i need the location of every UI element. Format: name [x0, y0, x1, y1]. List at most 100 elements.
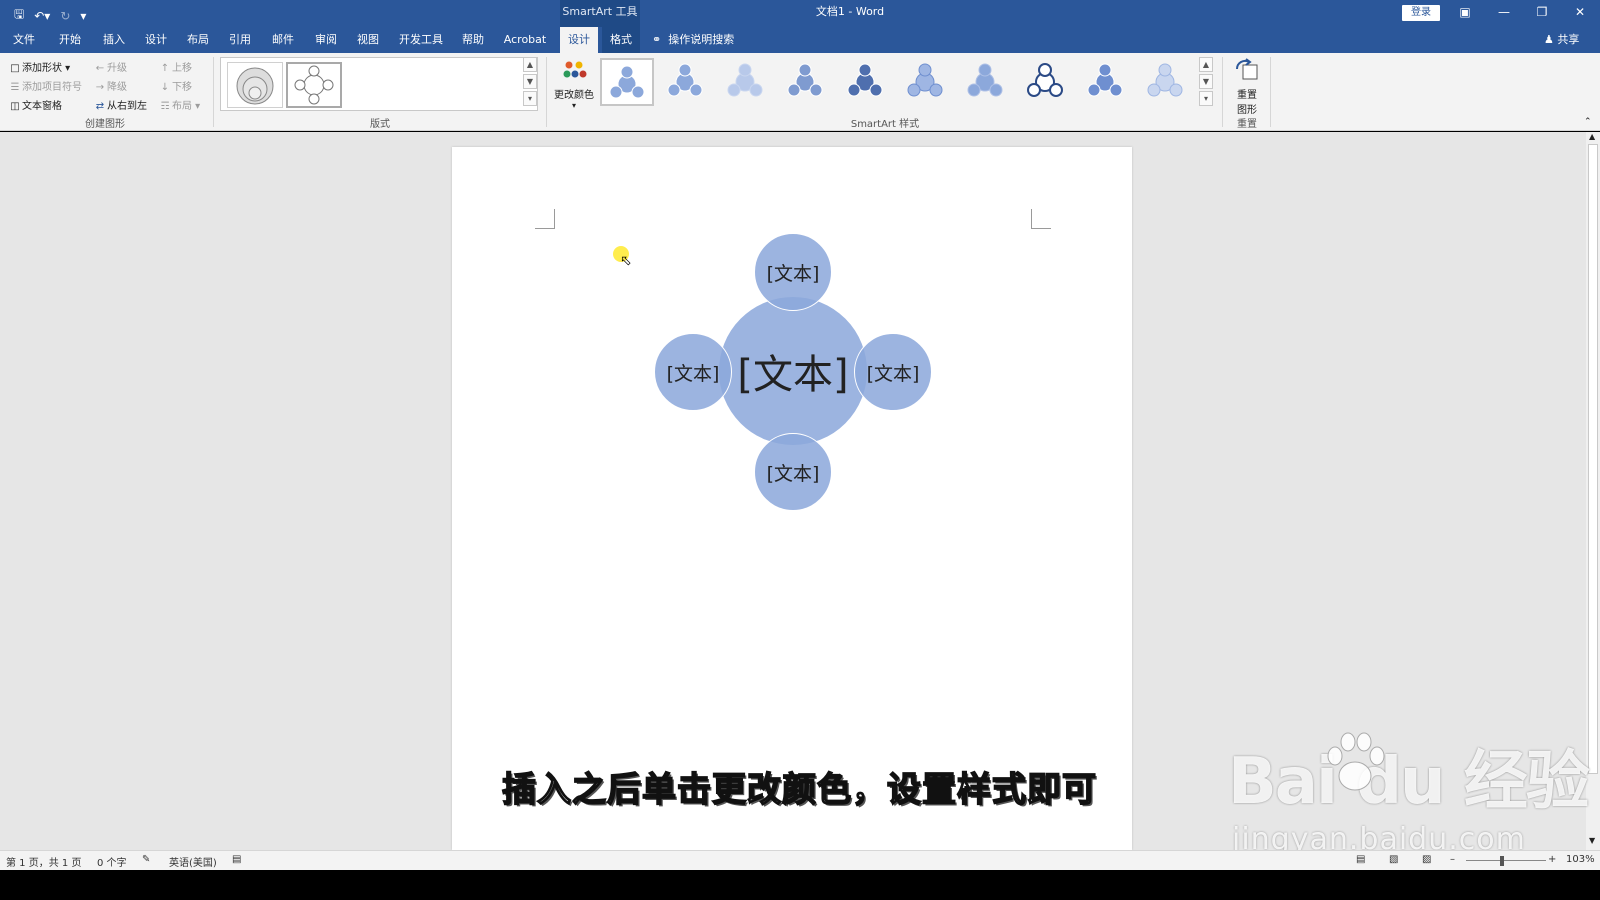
add-shape-button[interactable]: □ 添加形状 ▾: [10, 59, 70, 74]
smartart-node-left[interactable]: [文本]: [654, 333, 732, 411]
macro-record-icon[interactable]: ▤: [232, 854, 241, 865]
radial-layout-icon: [294, 65, 334, 105]
tab-insert[interactable]: 插入: [96, 27, 132, 53]
tab-acrobat[interactable]: Acrobat: [500, 27, 550, 53]
tab-smartart-design[interactable]: 设计: [560, 27, 598, 53]
tab-references[interactable]: 引用: [222, 27, 258, 53]
zoom-level[interactable]: 103%: [1566, 854, 1595, 865]
page-count[interactable]: 第 1 页，共 1 页: [6, 854, 81, 869]
swap-icon: ⇄: [95, 101, 105, 112]
scroll-down-icon[interactable]: ▼: [1199, 74, 1213, 89]
tab-review[interactable]: 审阅: [308, 27, 344, 53]
right-to-left-button[interactable]: ⇄ 从右到左: [95, 97, 147, 112]
group-separator: [546, 57, 547, 127]
tab-smartart-format[interactable]: 格式: [602, 27, 640, 53]
ribbon: □ 添加形状 ▾ ☰ 添加项目符号 ◫ 文本窗格 ← 升级 → 降级 ⇄ 从右到左 ↑ 上移 …: [0, 53, 1600, 131]
word-count[interactable]: 0 个字: [97, 854, 127, 869]
layout-thumb-target[interactable]: [227, 62, 283, 108]
read-mode-icon[interactable]: ▤: [1356, 854, 1365, 865]
radial-style-icon: [847, 63, 883, 97]
vertical-scrollbar[interactable]: ▲ ▼: [1586, 132, 1600, 850]
smartart-center-node[interactable]: [文本]: [718, 296, 868, 446]
zoom-out-icon[interactable]: –: [1450, 854, 1455, 865]
smartart-style-thumb[interactable]: [660, 58, 714, 106]
print-layout-icon[interactable]: ▧: [1389, 854, 1398, 865]
reset-graphic-label-1: 重置: [1237, 90, 1257, 101]
smartart-style-thumb[interactable]: [780, 58, 834, 106]
target-layout-icon: [236, 67, 274, 105]
window-title: 文档1 - Word: [815, 5, 885, 18]
smartart-style-thumb[interactable]: [720, 58, 774, 106]
reset-graphic-button[interactable]: 重置 图形: [1230, 57, 1264, 116]
add-shape-label: 添加形状: [22, 63, 62, 74]
tell-me-search[interactable]: ⚭ 操作说明搜索: [652, 27, 734, 53]
tab-file[interactable]: 文件: [8, 27, 40, 53]
close-icon[interactable]: ✕: [1562, 0, 1598, 26]
tab-developer[interactable]: 开发工具: [396, 27, 446, 53]
title-bar: 🖫 ↶▾ ↻ ▾ SmartArt 工具 文档1 - Word 登录 ▣ — ❐…: [0, 0, 1600, 27]
add-bullet-button[interactable]: ☰ 添加项目符号: [10, 78, 82, 93]
tab-help[interactable]: 帮助: [455, 27, 491, 53]
zoom-slider[interactable]: [1466, 860, 1546, 861]
demote-button[interactable]: → 降级: [95, 78, 127, 93]
zoom-slider-thumb[interactable]: [1500, 856, 1504, 866]
smartart-style-thumb[interactable]: [900, 58, 954, 106]
tab-mailings[interactable]: 邮件: [265, 27, 301, 53]
scroll-up-arrow-icon[interactable]: ▲: [1589, 132, 1595, 141]
collapse-ribbon-icon[interactable]: ⌃: [1584, 117, 1592, 127]
promote-button[interactable]: ← 升级: [95, 59, 127, 74]
share-label: 共享: [1557, 33, 1580, 46]
tab-view[interactable]: 视图: [350, 27, 386, 53]
smartart-node-right[interactable]: [文本]: [854, 333, 932, 411]
redo-icon[interactable]: ↻: [60, 9, 70, 23]
scroll-down-icon[interactable]: ▼: [523, 74, 537, 89]
smartart-style-thumb[interactable]: [1020, 58, 1074, 106]
tab-home[interactable]: 开始: [52, 27, 88, 53]
add-bullet-label: 添加项目符号: [22, 82, 82, 93]
expand-gallery-icon[interactable]: ▾: [1199, 91, 1213, 106]
smartart-style-thumb[interactable]: [1140, 58, 1194, 106]
change-colors-button[interactable]: 更改颜色 ▾: [552, 57, 596, 110]
group-separator: [1270, 57, 1271, 127]
arrow-up-icon: ↑: [160, 63, 170, 74]
save-icon[interactable]: 🖫: [14, 5, 24, 26]
baidu-watermark: Bai du 经验: [1228, 745, 1590, 819]
move-down-button[interactable]: ↓ 下移: [160, 78, 192, 93]
org-chart-icon: ☶: [160, 101, 170, 112]
text-pane-button[interactable]: ◫ 文本窗格: [10, 97, 62, 112]
smartart-style-thumb[interactable]: [600, 58, 654, 106]
scroll-down-arrow-icon[interactable]: ▼: [1589, 836, 1595, 845]
restore-icon[interactable]: ❐: [1524, 0, 1560, 26]
expand-gallery-icon[interactable]: ▾: [523, 91, 537, 106]
text-pane-icon: ◫: [10, 101, 20, 112]
baidu-paw-icon: [1327, 732, 1385, 791]
undo-icon[interactable]: ↶▾: [34, 9, 50, 23]
minimize-icon[interactable]: —: [1486, 0, 1522, 26]
smartart-node-bottom[interactable]: [文本]: [754, 433, 832, 511]
smartart-node-top[interactable]: [文本]: [754, 233, 832, 311]
ribbon-display-icon[interactable]: ▣: [1447, 0, 1483, 26]
tab-layout[interactable]: 布局: [180, 27, 216, 53]
tab-design[interactable]: 设计: [138, 27, 174, 53]
ribbon-tabs: 文件 开始 插入 设计 布局 引用 邮件 审阅 视图 开发工具 帮助 Acrob…: [0, 27, 1600, 53]
margin-corner-mark: [535, 209, 555, 229]
smartart-style-thumb[interactable]: [1080, 58, 1134, 106]
customize-icon[interactable]: ▾: [80, 9, 86, 23]
scroll-up-icon[interactable]: ▲: [523, 57, 537, 72]
scroll-up-icon[interactable]: ▲: [1199, 57, 1213, 72]
share-button[interactable]: ♟ 共享: [1544, 27, 1579, 53]
layout-button[interactable]: ☶ 布局 ▾: [160, 97, 201, 112]
arrow-down-icon: ↓: [160, 82, 170, 93]
zoom-in-icon[interactable]: +: [1548, 854, 1556, 865]
mouse-cursor-icon: ⬁: [620, 253, 632, 269]
login-button[interactable]: 登录: [1402, 5, 1440, 21]
smartart-style-thumb[interactable]: [840, 58, 894, 106]
layout-thumb-radial[interactable]: [286, 62, 342, 108]
language-indicator[interactable]: 英语(美国): [169, 854, 217, 869]
web-layout-icon[interactable]: ▨: [1422, 854, 1431, 865]
smartart-style-thumb[interactable]: [960, 58, 1014, 106]
scrollbar-thumb[interactable]: [1588, 144, 1598, 774]
move-up-button[interactable]: ↑ 上移: [160, 59, 192, 74]
proofing-icon[interactable]: ✎: [142, 854, 150, 865]
context-tools-label: SmartArt 工具: [560, 0, 640, 27]
